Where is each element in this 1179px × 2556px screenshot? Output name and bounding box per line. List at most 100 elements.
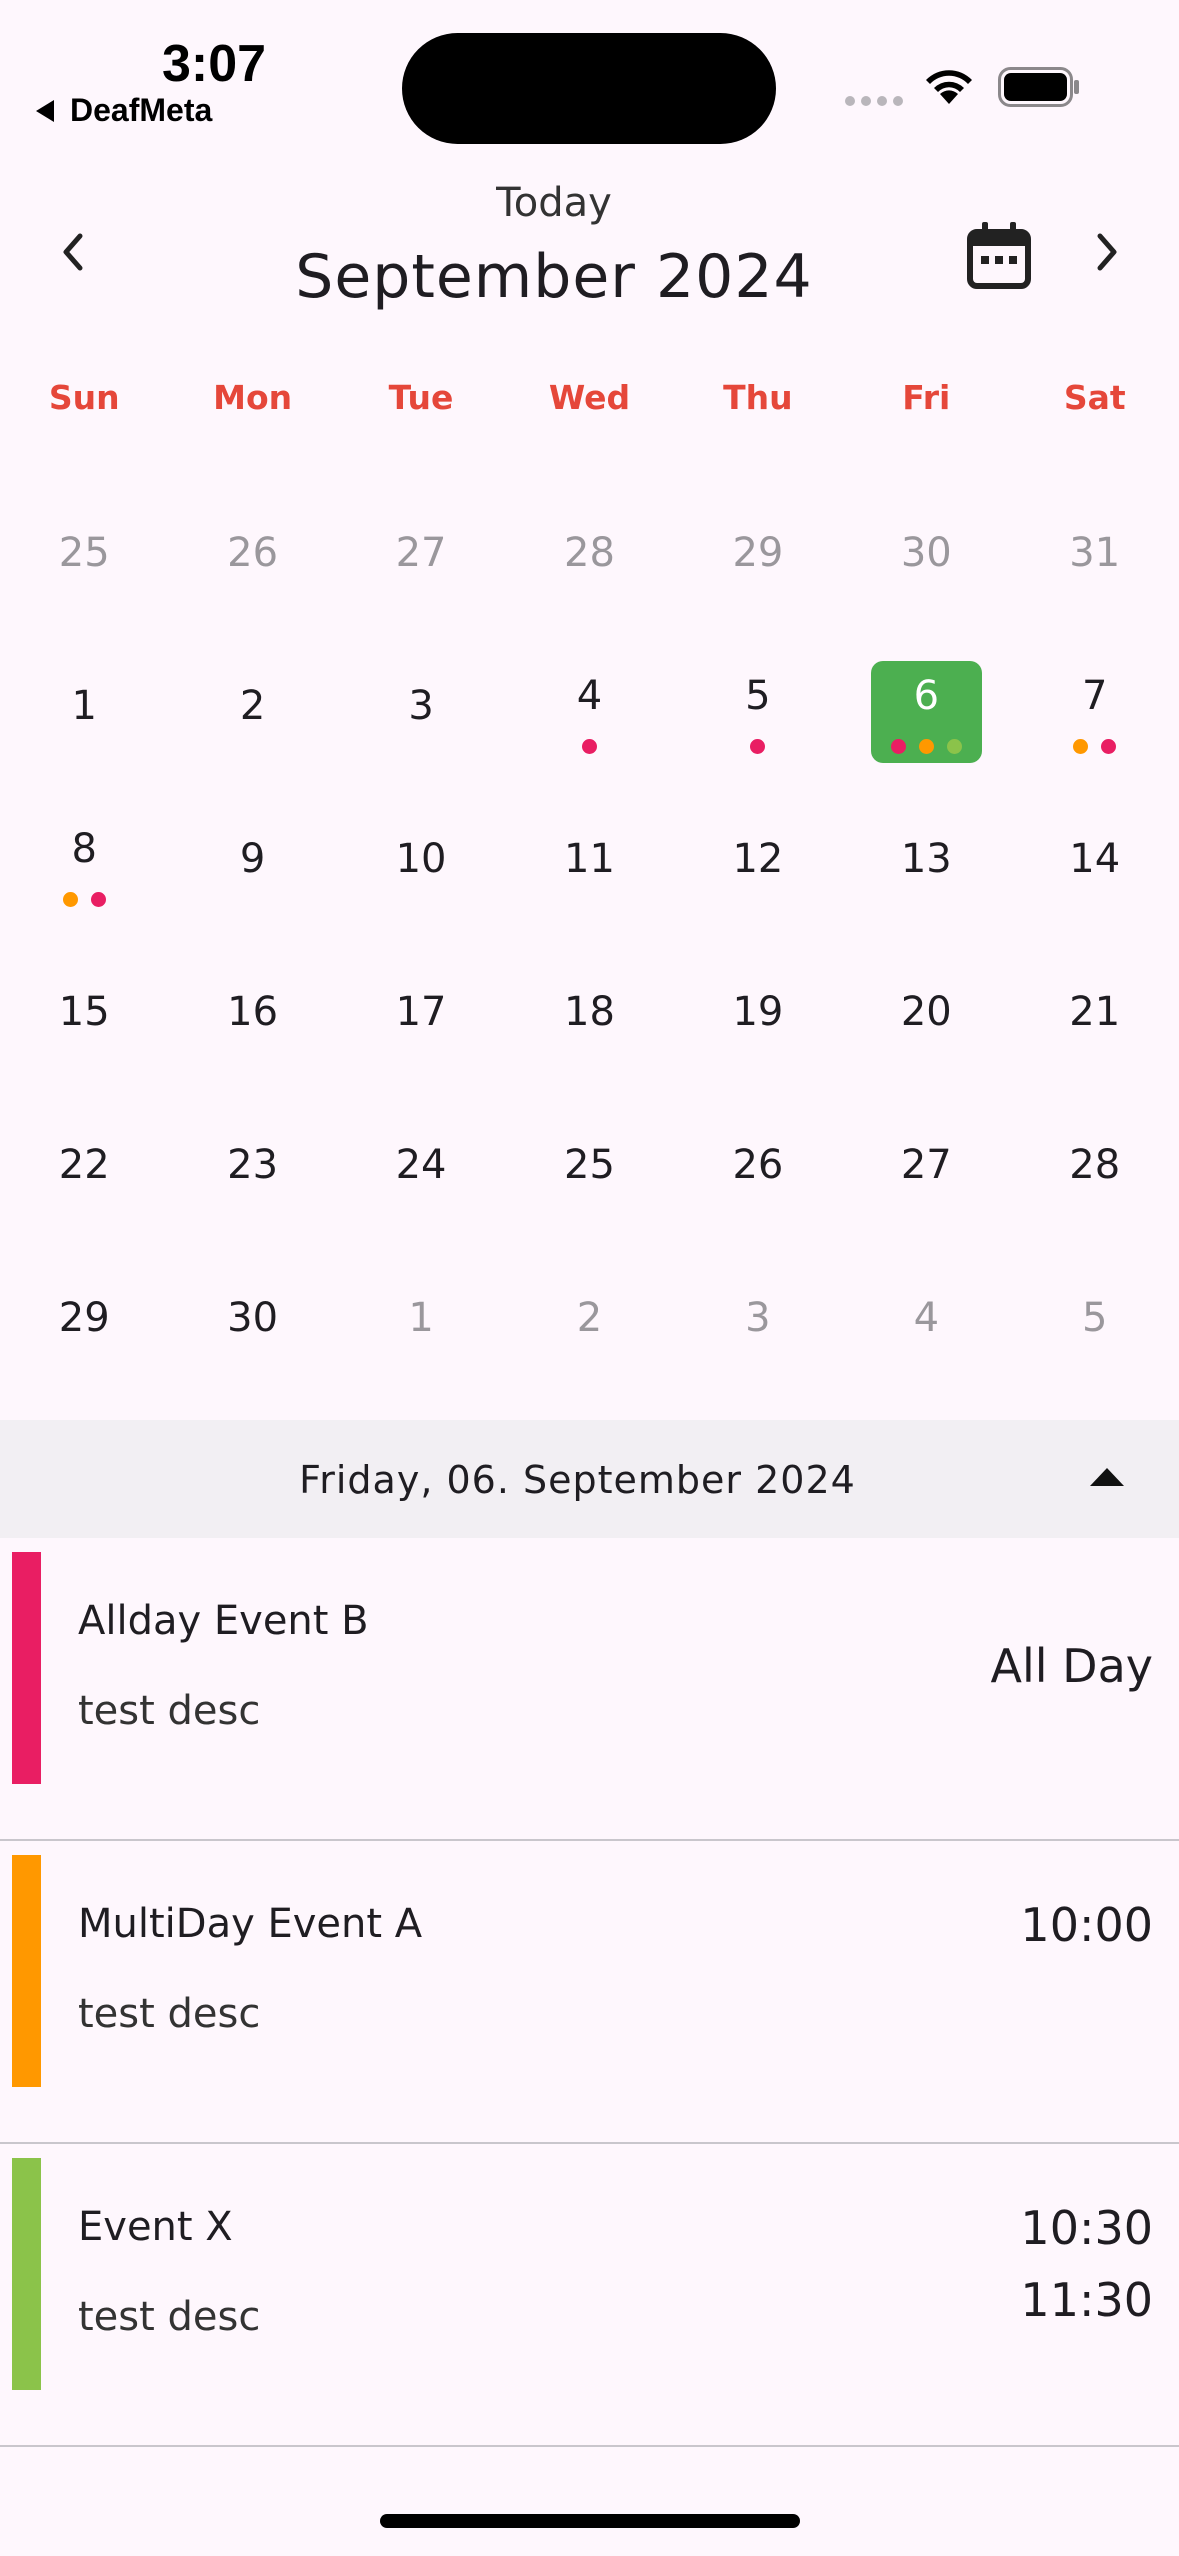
day-number: 7	[1082, 673, 1108, 719]
weekday-label: Thu	[723, 378, 793, 417]
day-cell[interactable]: 28	[1011, 1090, 1179, 1243]
day-cell[interactable]: 11	[505, 784, 673, 937]
day-cell[interactable]: 9	[168, 784, 336, 937]
day-cell[interactable]: 27	[337, 478, 505, 631]
day-cell[interactable]: 2	[505, 1243, 673, 1396]
back-triangle-icon	[36, 99, 54, 122]
back-to-app-link[interactable]: DeafMeta	[36, 92, 212, 129]
day-cell[interactable]: 27	[842, 1090, 1010, 1243]
event-item[interactable]: Event X test desc 10:30 11:30	[0, 2144, 1179, 2447]
collapse-triangle-icon[interactable]	[1090, 1468, 1124, 1486]
day-cell[interactable]: 29	[0, 1243, 168, 1396]
day-cell[interactable]: 22	[0, 1090, 168, 1243]
day-cell[interactable]: 2	[168, 631, 336, 784]
day-number: 3	[745, 1295, 771, 1341]
day-cell-selected[interactable]: 6	[842, 631, 1010, 784]
day-cell[interactable]: 25	[505, 1090, 673, 1243]
day-cell[interactable]: 13	[842, 784, 1010, 937]
day-cell[interactable]: 5	[674, 631, 842, 784]
status-bar: 3:07 DeafMeta	[0, 0, 1179, 160]
day-number: 27	[395, 530, 447, 576]
day-cell[interactable]: 15	[0, 937, 168, 1090]
home-indicator[interactable]	[380, 2514, 800, 2528]
day-number: 6	[913, 673, 940, 719]
day-number: 29	[58, 1295, 110, 1341]
day-number: 24	[395, 1142, 447, 1188]
day-number: 25	[58, 530, 110, 576]
event-title: Event X	[78, 2204, 233, 2250]
day-cell[interactable]: 5	[1011, 1243, 1179, 1396]
day-number: 26	[732, 1142, 784, 1188]
event-item[interactable]: MultiDay Event A test desc 10:00	[0, 1841, 1179, 2144]
day-cell[interactable]: 12	[674, 784, 842, 937]
day-cell[interactable]: 25	[0, 478, 168, 631]
weekday-label: Fri	[902, 378, 951, 417]
event-dot	[90, 892, 106, 907]
today-button[interactable]: Today	[0, 180, 1108, 226]
event-time: 10:00	[1020, 1889, 1153, 1961]
event-dot	[1101, 739, 1117, 754]
next-month-button[interactable]	[1076, 220, 1140, 284]
day-cell[interactable]: 1	[0, 631, 168, 784]
day-number: 25	[564, 1142, 615, 1188]
month-grid: 25 26 27 28 29 30 31 1 2 3 4 5 6 7 8 9 10 11 12 13 14 15 16 17 1…	[0, 478, 1179, 1396]
day-cell[interactable]: 3	[674, 1243, 842, 1396]
day-cell[interactable]: 29	[674, 478, 842, 631]
day-number: 17	[395, 989, 447, 1035]
day-number: 22	[58, 1142, 110, 1188]
day-cell[interactable]: 28	[505, 478, 673, 631]
day-cell[interactable]: 4	[842, 1243, 1010, 1396]
week-row: 25 26 27 28 29 30 31	[0, 478, 1179, 631]
day-cell[interactable]: 14	[1011, 784, 1179, 937]
day-number: 16	[227, 989, 279, 1035]
event-dots	[0, 892, 168, 907]
event-dot	[890, 739, 906, 754]
event-dots	[505, 739, 673, 754]
day-cell[interactable]: 19	[674, 937, 842, 1090]
status-time: 3:07	[162, 35, 267, 93]
week-row: 8 9 10 11 12 13 14	[0, 784, 1179, 937]
battery-icon	[998, 67, 1079, 107]
day-cell[interactable]: 3	[337, 631, 505, 784]
event-title: Allday Event B	[78, 1598, 369, 1644]
weekday-label: Mon	[213, 378, 293, 417]
dynamic-island	[402, 33, 776, 144]
day-number: 11	[564, 836, 615, 882]
day-cell[interactable]: 17	[337, 937, 505, 1090]
event-dot	[1073, 739, 1089, 754]
day-number: 26	[227, 530, 279, 576]
cellular-signal-icon	[845, 96, 903, 106]
day-cell[interactable]: 18	[505, 937, 673, 1090]
day-number: 19	[732, 989, 784, 1035]
selected-date-label: Friday, 06. September 2024	[299, 1458, 856, 1502]
day-cell[interactable]: 31	[1011, 478, 1179, 631]
day-number: 4	[913, 1295, 940, 1341]
day-number: 28	[564, 530, 615, 576]
calendar-picker-icon[interactable]	[966, 220, 1032, 290]
day-number: 30	[227, 1295, 279, 1341]
day-cell[interactable]: 30	[842, 478, 1010, 631]
day-number: 18	[564, 989, 615, 1035]
day-cell[interactable]: 23	[168, 1090, 336, 1243]
day-cell[interactable]: 26	[674, 1090, 842, 1243]
day-number: 8	[71, 826, 97, 872]
day-cell[interactable]: 8	[0, 784, 168, 937]
day-number: 14	[1069, 836, 1121, 882]
day-cell[interactable]: 4	[505, 631, 673, 784]
day-cell[interactable]: 26	[168, 478, 336, 631]
day-cell[interactable]: 30	[168, 1243, 336, 1396]
day-cell[interactable]: 16	[168, 937, 336, 1090]
day-number: 4	[576, 673, 603, 719]
event-color-stripe	[12, 1552, 41, 1784]
day-cell[interactable]: 21	[1011, 937, 1179, 1090]
day-cell[interactable]: 24	[337, 1090, 505, 1243]
day-number: 29	[732, 530, 784, 576]
day-cell[interactable]: 10	[337, 784, 505, 937]
selected-date-bar[interactable]: Friday, 06. September 2024	[0, 1420, 1179, 1538]
event-time: All Day	[991, 1630, 1153, 1702]
event-item[interactable]: Allday Event B test desc All Day	[0, 1538, 1179, 1841]
day-cell[interactable]: 20	[842, 937, 1010, 1090]
day-cell[interactable]: 7	[1011, 631, 1179, 784]
day-cell[interactable]: 1	[337, 1243, 505, 1396]
chevron-right-icon	[1097, 233, 1117, 271]
